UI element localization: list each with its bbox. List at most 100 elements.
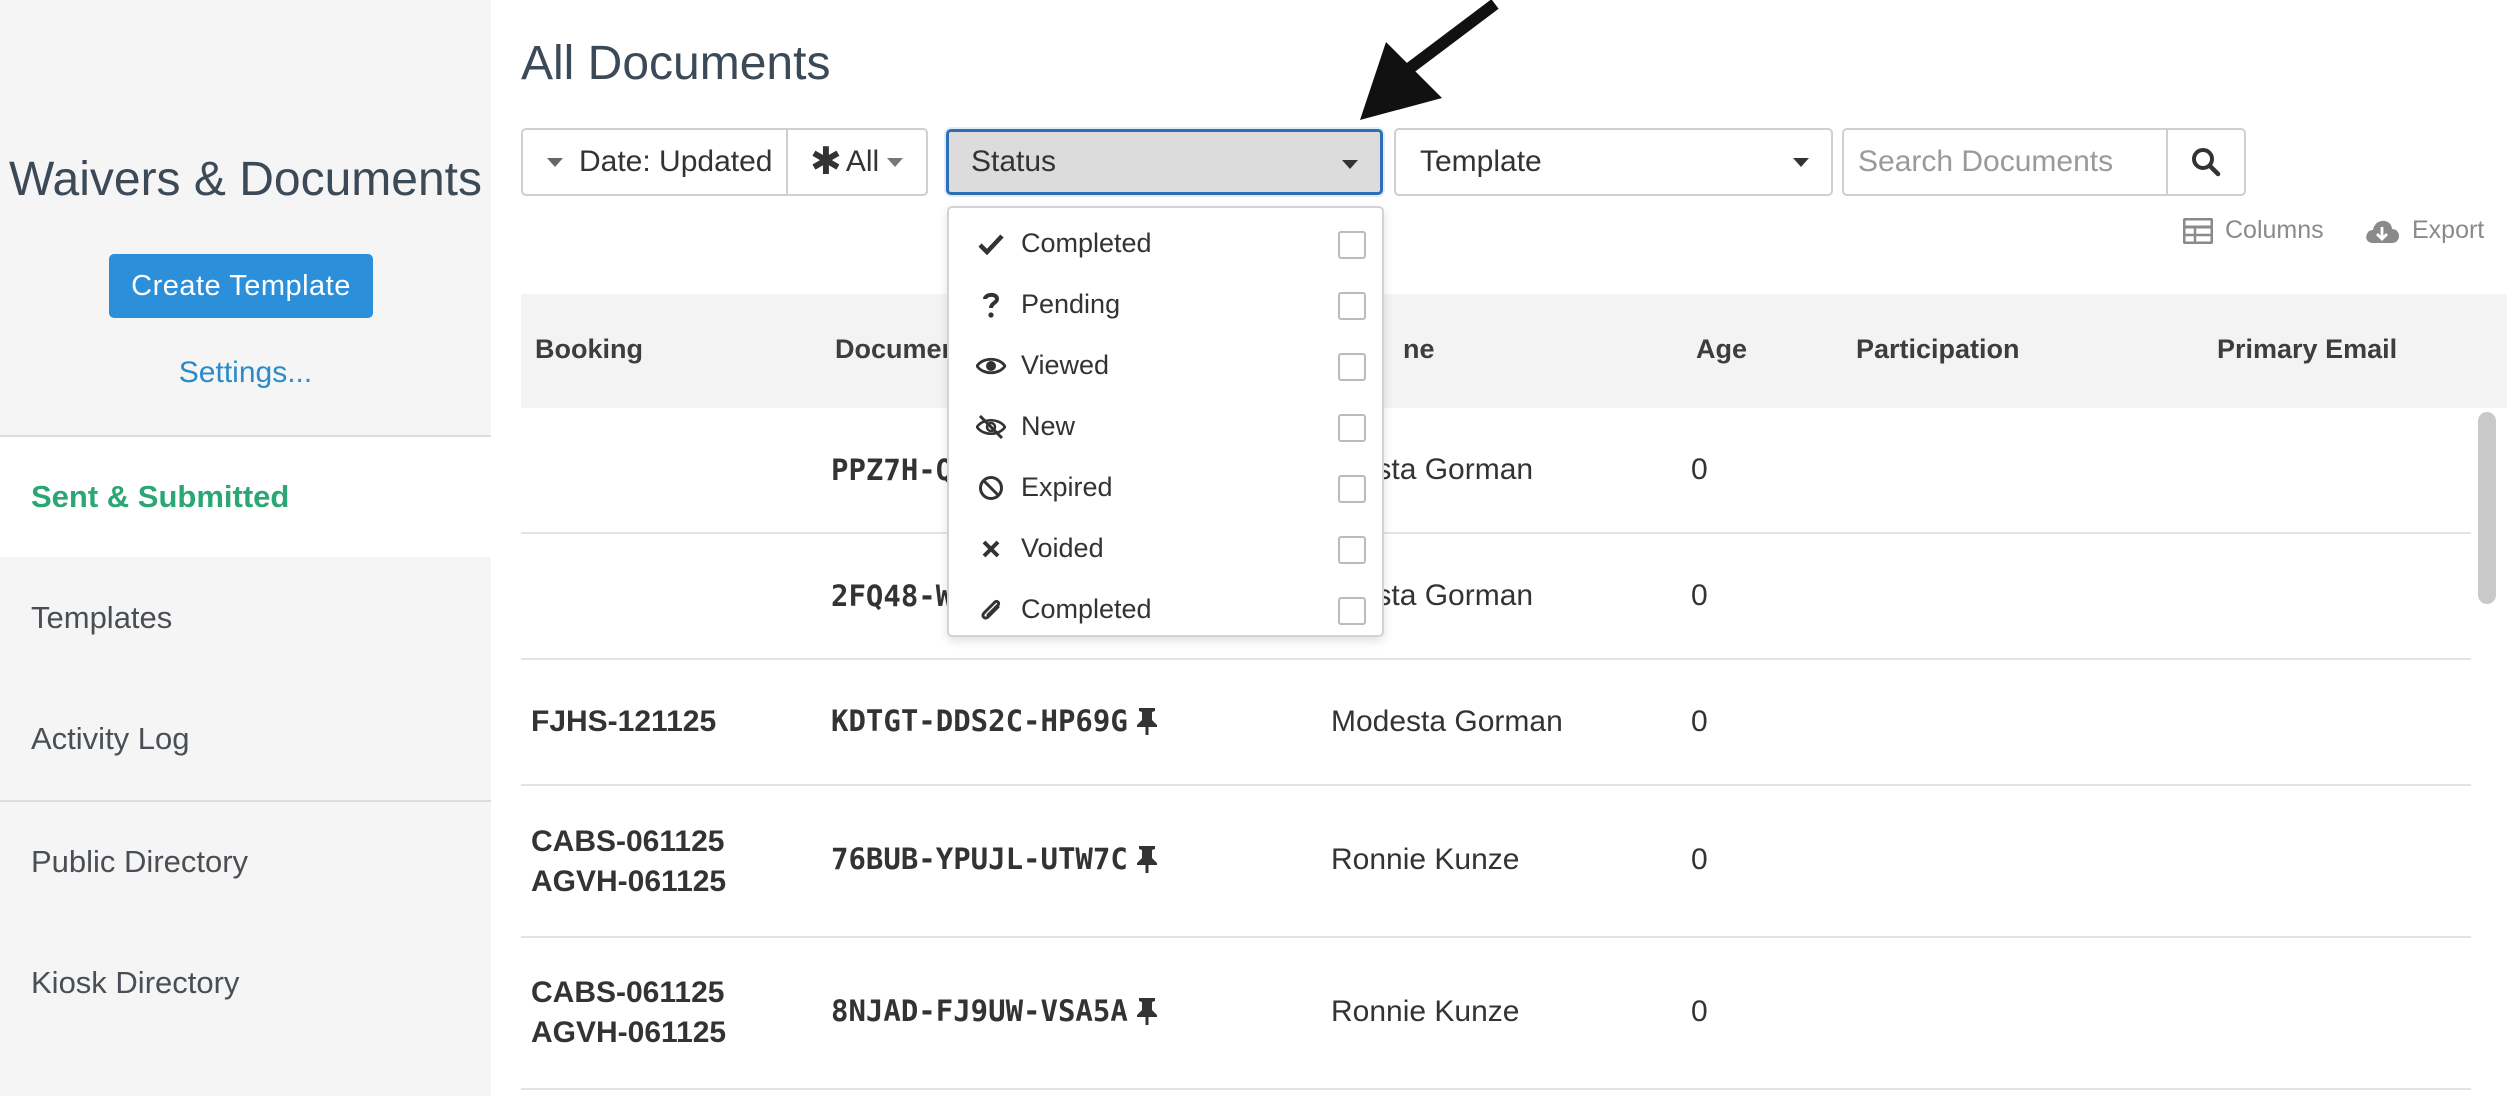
search-icon (2192, 148, 2221, 177)
export-label: Export (2412, 216, 2485, 244)
document-code-cell[interactable]: 8NJAD-FJ9UW-VSA5A (831, 994, 1158, 1028)
document-code: 76BUB-YPUJL-UTW7C (831, 842, 1128, 876)
status-select[interactable]: Status (946, 129, 1383, 195)
column-header-participation[interactable]: Participation (1856, 334, 2020, 365)
participant-name: Modesta Gorman (1331, 705, 1563, 738)
paperclip-icon (971, 596, 1011, 624)
booking-id: CABS-061125 (531, 825, 725, 858)
status-checkbox[interactable] (1338, 292, 1366, 320)
date-filter-group: Date: Updated ✱ All (521, 128, 928, 196)
participant-name: Ronnie Kunze (1331, 995, 1520, 1028)
booking-id: AGVH-061125 (531, 865, 727, 898)
cloud-download-icon (2366, 220, 2399, 243)
settings-link[interactable]: Settings... (0, 356, 491, 390)
column-header-primary-email[interactable]: Primary Email (2217, 334, 2397, 365)
columns-label: Columns (2225, 216, 2324, 244)
asterisk-icon: ✱ (810, 141, 842, 183)
sidebar-item-kiosk-directory[interactable]: Kiosk Directory (0, 923, 491, 1043)
table-columns-icon (2183, 217, 2213, 244)
annotation-arrow-icon (1360, 0, 1499, 120)
status-option-label: Pending (1021, 289, 1121, 319)
booking-ids[interactable]: CABS-061125 AGVH-061125 (531, 973, 726, 1053)
age-value: 0 (1691, 705, 1708, 738)
status-option-completed-attached[interactable]: Completed (949, 579, 1382, 640)
status-option-label: Viewed (1021, 350, 1110, 380)
status-option-label: Completed (1021, 228, 1152, 258)
table-row[interactable]: CABS-061125 AGVH-061125 8NJAD-FJ9UW-VSA5… (521, 938, 2471, 1090)
check-icon (971, 233, 1011, 255)
pin-icon (1136, 708, 1157, 735)
booking-ids[interactable]: CABS-061125 AGVH-061125 (531, 822, 726, 902)
age-value: 0 (1691, 995, 1708, 1028)
column-header-booking[interactable]: Booking (535, 334, 643, 365)
status-option-pending[interactable]: Pending (949, 274, 1382, 335)
search-group (1842, 128, 2246, 196)
table-row[interactable]: 2FQ48-W desta Gorman 0 (521, 534, 2471, 660)
document-code-cell[interactable]: KDTGT-DDS2C-HP69G (831, 704, 1158, 738)
status-option-completed[interactable]: Completed (949, 213, 1382, 274)
eye-icon (971, 356, 1011, 376)
column-header-document[interactable]: Documen (835, 334, 958, 365)
booking-id: AGVH-061125 (531, 1016, 727, 1049)
document-code: 8NJAD-FJ9UW-VSA5A (831, 994, 1128, 1028)
column-header-name[interactable]: ne (1403, 334, 1435, 365)
caret-down-icon (547, 157, 563, 167)
status-option-label: Expired (1021, 472, 1113, 502)
status-dropdown-menu: Completed Pending Viewed New Expired Voi (947, 206, 1384, 637)
columns-button[interactable]: Columns (2183, 216, 2324, 245)
document-code: KDTGT-DDS2C-HP69G (831, 704, 1128, 738)
column-header-age[interactable]: Age (1696, 334, 1747, 365)
scrollbar-thumb[interactable] (2478, 412, 2496, 604)
question-icon (971, 291, 1011, 319)
status-option-expired[interactable]: Expired (949, 457, 1382, 518)
table-row[interactable]: PPZ7H-Q desta Gorman 0 (521, 408, 2471, 534)
age-value: 0 (1691, 453, 1708, 486)
times-icon (971, 539, 1011, 559)
all-filter-button[interactable]: ✱ All (788, 130, 926, 194)
pin-icon (1136, 998, 1157, 1025)
table-row[interactable]: CABS-061125 AGVH-061125 76BUB-YPUJL-UTW7… (521, 786, 2471, 938)
caret-down-icon (1793, 158, 1809, 167)
eye-slash-icon (971, 414, 1011, 439)
search-button[interactable] (2168, 130, 2244, 194)
status-select-label: Status (971, 145, 1057, 178)
template-select[interactable]: Template (1394, 128, 1833, 196)
sidebar-item-activity-log[interactable]: Activity Log (0, 679, 491, 799)
document-code[interactable]: PPZ7H-Q (831, 453, 953, 487)
status-option-new[interactable]: New (949, 396, 1382, 457)
ban-icon (971, 475, 1011, 501)
table-row[interactable]: FJHS-121125 KDTGT-DDS2C-HP69G Modesta Go… (521, 660, 2471, 786)
status-checkbox[interactable] (1338, 475, 1366, 503)
all-filter-label: All (845, 145, 880, 178)
age-value: 0 (1691, 579, 1708, 612)
status-checkbox[interactable] (1338, 536, 1366, 564)
table-header: Booking Documen ne Age Participation Pri… (521, 294, 2507, 408)
document-code-cell[interactable]: 76BUB-YPUJL-UTW7C (831, 842, 1158, 876)
template-select-label: Template (1420, 145, 1542, 178)
sidebar-item-public-directory[interactable]: Public Directory (0, 802, 491, 922)
page-title: All Documents (521, 37, 831, 90)
sidebar-item-templates[interactable]: Templates (0, 558, 491, 678)
sidebar-item-sent-submitted[interactable]: Sent & Submitted (0, 437, 491, 557)
caret-down-icon (1342, 160, 1358, 169)
status-checkbox[interactable] (1338, 414, 1366, 442)
status-option-label: Voided (1021, 533, 1104, 563)
date-sort-label: Date: Updated (579, 145, 773, 178)
document-code[interactable]: 2FQ48-W (831, 579, 953, 613)
status-option-label: New (1021, 411, 1076, 441)
sidebar: Waivers & Documents Create Template Sett… (0, 0, 491, 1096)
create-template-button[interactable]: Create Template (109, 254, 373, 318)
status-checkbox[interactable] (1338, 597, 1366, 625)
pin-icon (1136, 846, 1157, 873)
status-option-viewed[interactable]: Viewed (949, 335, 1382, 396)
status-checkbox[interactable] (1338, 353, 1366, 381)
search-input[interactable] (1844, 130, 2168, 194)
participant-name: Ronnie Kunze (1331, 843, 1520, 876)
date-sort-button[interactable]: Date: Updated (523, 130, 788, 194)
booking-id[interactable]: FJHS-121125 (531, 702, 716, 742)
export-button[interactable]: Export (2364, 216, 2484, 245)
status-option-voided[interactable]: Voided (949, 518, 1382, 579)
status-checkbox[interactable] (1338, 231, 1366, 259)
caret-down-icon (887, 157, 904, 167)
age-value: 0 (1691, 843, 1708, 876)
